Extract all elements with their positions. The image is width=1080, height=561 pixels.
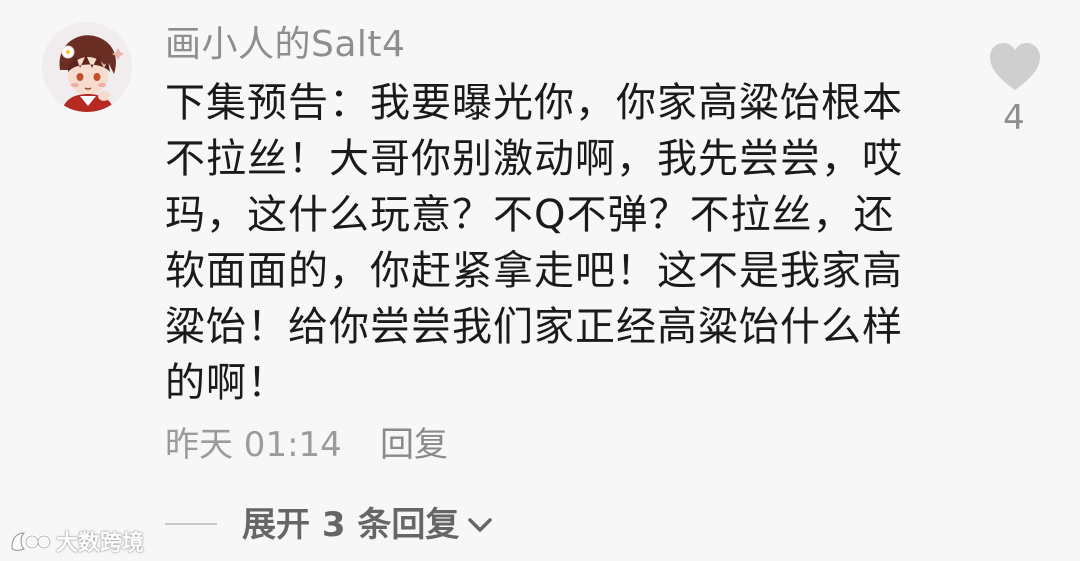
chevron-down-icon <box>468 518 493 532</box>
comment-timestamp: 昨天 01:14 <box>165 425 342 465</box>
like-count: 4 <box>1003 98 1025 138</box>
avatar-illustration <box>42 22 132 112</box>
watermark: 大数跨境 <box>8 526 144 556</box>
expand-replies-label: 展开 3 条回复 <box>242 505 460 545</box>
watermark-text: 大数跨境 <box>56 531 145 556</box>
expand-divider <box>165 523 217 525</box>
heart-icon[interactable] <box>988 42 1042 92</box>
avatar[interactable] <box>42 22 132 112</box>
comment-text: 下集预告：我要曝光你，你家高粱饴根本不拉丝！大哥你别激动啊，我先尝尝，哎玛，这什… <box>165 80 903 406</box>
expand-replies-button[interactable]: 展开 3 条回复 <box>242 500 495 550</box>
heart-icon-shape <box>990 43 1040 90</box>
comment-author[interactable]: 画小人的Salt4 <box>165 22 405 68</box>
reply-button[interactable]: 回复 <box>380 420 448 470</box>
watermark-logo-icon <box>11 532 52 551</box>
comment-screen: 画小人的Salt4 下集预告：我要曝光你，你家高粱饴根本不拉丝！大哥你别激动啊，… <box>0 0 1080 561</box>
